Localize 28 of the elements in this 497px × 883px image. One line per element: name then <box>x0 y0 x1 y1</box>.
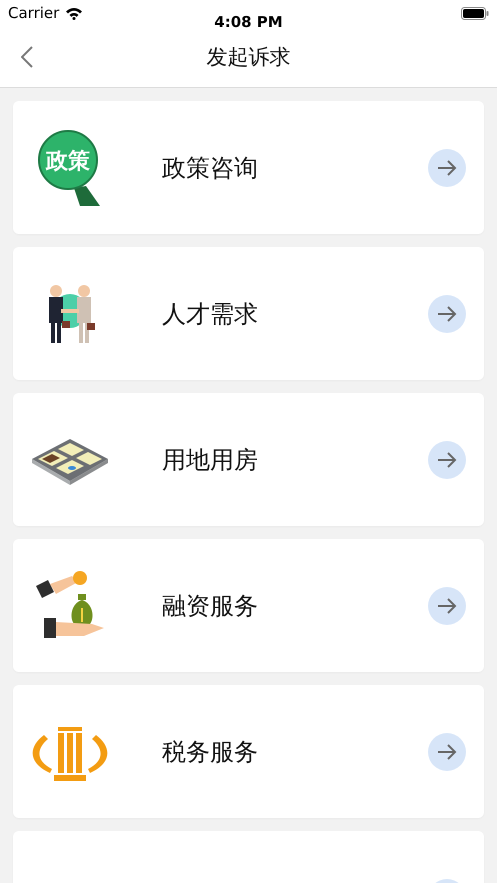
arrow-button[interactable] <box>428 148 466 186</box>
service-title: 人才需求 <box>162 298 259 330</box>
service-title: 政策咨询 <box>162 152 259 184</box>
arrow-button[interactable] <box>428 294 466 332</box>
service-title: 税务服务 <box>162 736 259 768</box>
service-title: 用地用房 <box>162 444 259 476</box>
magnifier-icon <box>38 130 100 206</box>
page-title: 发起诉求 <box>206 44 292 70</box>
service-card[interactable]: 融资服务 <box>13 539 484 672</box>
service-title: 融资服务 <box>162 590 259 622</box>
arrow-button[interactable] <box>428 440 466 478</box>
wifi-icon <box>65 6 84 20</box>
arrow-button[interactable] <box>428 586 466 624</box>
arrow-button[interactable] <box>428 732 466 770</box>
battery-icon <box>461 6 489 20</box>
arrow-right-icon <box>437 160 457 176</box>
arrow-right-icon <box>437 306 457 322</box>
clock-time: 4:08 PM <box>213 13 284 31</box>
back-chevron-icon <box>21 46 33 68</box>
arrow-right-icon <box>437 452 457 468</box>
carrier-label: Carrier <box>8 4 60 22</box>
service-card[interactable]: 税务服务 <box>13 685 484 818</box>
arrow-right-icon <box>437 598 457 614</box>
service-card[interactable]: 人才需求 <box>13 247 484 380</box>
arrow-right-icon <box>437 744 457 760</box>
icon-label: 政策 <box>46 148 90 174</box>
service-card[interactable]: 用地用房 <box>13 393 484 526</box>
service-card[interactable]: 政策 政策咨询 <box>13 101 484 234</box>
